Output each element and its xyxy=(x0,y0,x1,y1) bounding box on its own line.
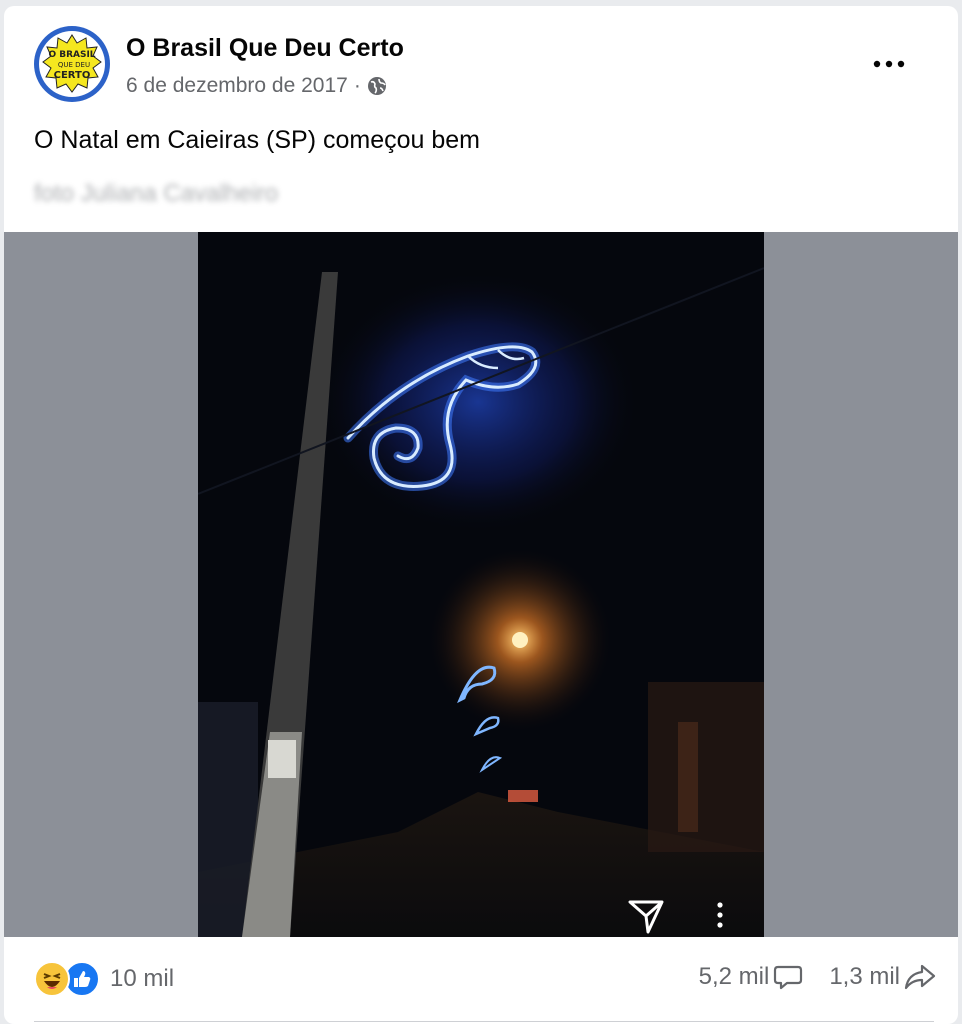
logo-line-2: QUE DEU xyxy=(58,61,90,69)
post-card: O BRASIL QUE DEU CERTO O Brasil Que Deu … xyxy=(4,6,958,1024)
right-houses xyxy=(648,682,764,852)
avatar[interactable]: O BRASIL QUE DEU CERTO xyxy=(34,26,110,102)
kebab-menu-icon[interactable] xyxy=(712,900,728,930)
globe-icon[interactable] xyxy=(367,76,387,96)
post-header: O BRASIL QUE DEU CERTO O Brasil Que Deu … xyxy=(4,6,958,106)
logo-line-1: O BRASIL xyxy=(48,50,95,60)
more-options-button[interactable] xyxy=(864,46,914,82)
night-sky-glow xyxy=(318,272,638,532)
comment-icon xyxy=(774,965,803,990)
page-name-link[interactable]: O Brasil Que Deu Certo xyxy=(126,34,404,63)
pole-label xyxy=(268,740,296,778)
comment-count: 5,2 mil xyxy=(698,963,770,990)
night-street-photo xyxy=(198,232,764,937)
share-stat[interactable]: 1,3 mil xyxy=(829,963,936,991)
post-media[interactable] xyxy=(4,232,958,937)
right-house-door xyxy=(678,722,698,832)
page-logo: O BRASIL QUE DEU CERTO xyxy=(39,31,105,97)
photo-credit-blurred: foto Juliana Cavalheiro xyxy=(34,180,279,207)
more-dots-icon xyxy=(873,60,905,68)
meta-separator: · xyxy=(353,74,361,97)
post-text: O Natal em Caieiras (SP) começou bem xyxy=(34,126,480,154)
reactions-summary[interactable]: 10 mil xyxy=(34,961,174,997)
send-icon[interactable] xyxy=(626,896,666,936)
logo-line-3: CERTO xyxy=(54,70,91,81)
footer-divider xyxy=(34,1021,934,1022)
post-date[interactable]: 6 de dezembro de 2017 xyxy=(126,74,348,98)
engagement-stats: 5,2 mil 1,3 mil xyxy=(699,963,936,991)
comment-stat[interactable]: 5,2 mil xyxy=(699,963,804,991)
car-lights xyxy=(508,790,538,802)
haha-icon xyxy=(34,961,70,997)
street-lamp xyxy=(512,632,528,648)
share-count: 1,3 mil xyxy=(829,963,900,990)
post-footer: 10 mil 5,2 mil 1,3 mil xyxy=(4,937,958,1024)
share-icon xyxy=(904,964,936,990)
post-meta: 6 de dezembro de 2017 · xyxy=(126,74,387,98)
post-photo[interactable] xyxy=(198,232,764,937)
reaction-count[interactable]: 10 mil xyxy=(110,965,174,993)
